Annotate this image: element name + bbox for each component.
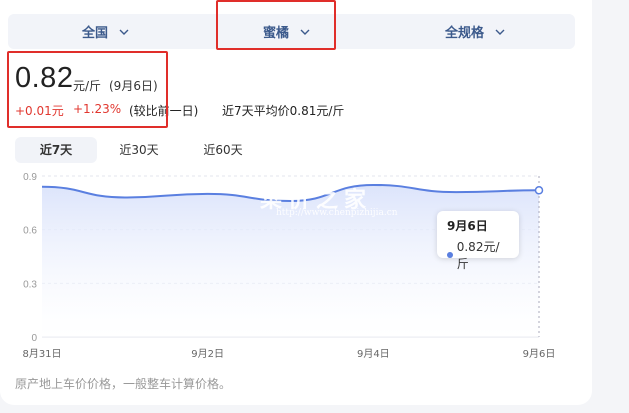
- data-point: [534, 186, 544, 195]
- y-tick-label: 0: [31, 333, 37, 344]
- x-tick-label: 9月6日: [523, 348, 556, 360]
- seven-day-average: 近7天平均价0.81元/斤: [222, 104, 345, 118]
- region-filter-label: 全国: [82, 26, 109, 41]
- watermark-url: http://www.chenpizhijia.cn: [276, 208, 398, 218]
- spec-filter[interactable]: 全规格: [445, 14, 506, 49]
- y-tick-label: 0.9: [23, 172, 37, 183]
- variety-highlight-box: [216, 0, 336, 50]
- tooltip-value: 0.82元/斤: [456, 240, 500, 271]
- x-tick-label: 9月4日: [357, 348, 390, 360]
- x-tick-label: 9月2日: [191, 348, 224, 360]
- tooltip-date: 9月6日: [447, 219, 488, 233]
- series-dot-icon: [447, 252, 453, 258]
- footnote: 原产地上车价价格，一般整车计算价格。: [15, 377, 232, 391]
- tooltip-value-row: 0.82元/斤: [447, 238, 509, 272]
- y-tick-label: 0.3: [23, 279, 37, 290]
- price-highlight-box: [7, 51, 168, 128]
- region-filter[interactable]: 全国: [82, 14, 130, 49]
- chevron-down-icon: [495, 29, 505, 35]
- x-tick-label: 8月31日: [22, 348, 61, 360]
- y-tick-label: 0.6: [23, 226, 37, 237]
- chevron-down-icon: [119, 29, 129, 35]
- chart-tooltip: 9月6日 0.82元/斤: [437, 211, 519, 271]
- spec-filter-label: 全规格: [445, 26, 485, 41]
- price-card: 全国 蜜橘 全规格 0.82 元/斤 (9月6日) +0.01元 +1.23% …: [0, 0, 592, 405]
